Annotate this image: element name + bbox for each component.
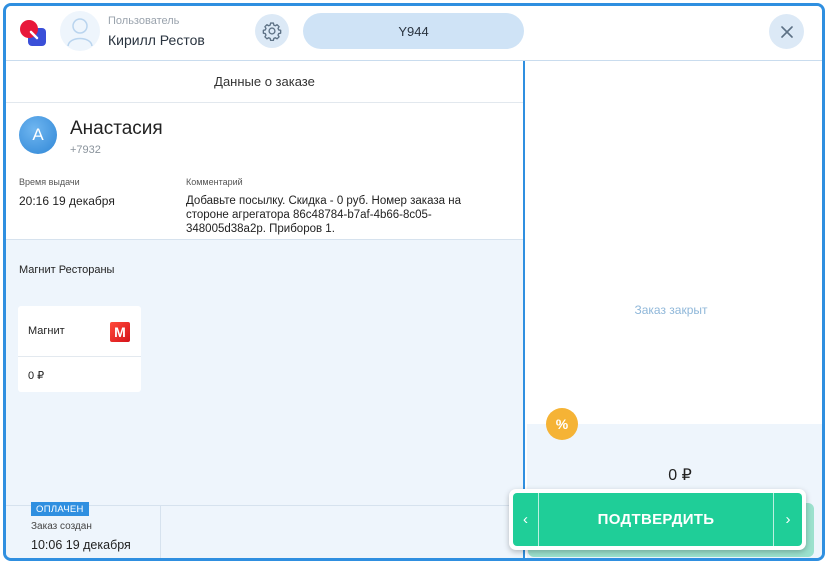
pickup-time-value: 20:16 19 декабря <box>19 194 115 208</box>
created-value: 10:06 19 декабря <box>31 538 131 552</box>
comment-label: Комментарий <box>186 177 243 187</box>
footer-vertical-divider <box>160 506 161 558</box>
order-closed-text: Заказ закрыт <box>634 303 708 317</box>
percent-icon[interactable]: % <box>546 408 578 440</box>
comment-value: Добавьте посылку. Скидка - 0 руб. Номер … <box>186 195 461 235</box>
created-label: Заказ создан <box>31 521 92 532</box>
order-info-section: Данные о заказе А Анастасия +7932 Время … <box>6 61 523 239</box>
user-caption: Пользователь <box>108 15 180 27</box>
partner-card[interactable]: Магнит М 0 ₽ <box>18 306 141 392</box>
order-code-field[interactable]: Y944 <box>303 13 524 49</box>
panel-title: Данные о заказе <box>6 61 523 103</box>
chevron-right-icon[interactable]: › <box>773 493 802 546</box>
user-placeholder-icon[interactable] <box>60 11 100 51</box>
order-status-area: Заказ закрыт <box>527 61 822 424</box>
status-badge: ОПЛАЧЕН <box>31 502 89 516</box>
confirm-label[interactable]: ПОДТВЕРДИТЬ <box>539 493 773 546</box>
app-window: Пользователь Кирилл Рестов Y944 Данные о… <box>3 3 825 561</box>
header: Пользователь Кирилл Рестов Y944 <box>6 6 822 60</box>
order-summary-panel: Заказ закрыт % 0 ₽ <box>527 61 822 558</box>
partner-card-divider <box>18 356 141 357</box>
customer-phone: +7932 <box>70 144 101 156</box>
partner-group-title: Магнит Рестораны <box>19 264 115 276</box>
gear-icon <box>262 22 282 41</box>
user-name: Кирилл Рестов <box>108 32 205 48</box>
settings-button[interactable] <box>255 14 289 48</box>
chevron-left-icon[interactable]: ‹ <box>513 493 539 546</box>
confirm-button[interactable]: ‹ ПОДТВЕРДИТЬ › <box>513 493 802 546</box>
close-button[interactable] <box>769 14 804 49</box>
order-details-panel: Данные о заказе А Анастасия +7932 Время … <box>6 61 525 558</box>
confirm-popup: ‹ ПОДТВЕРДИТЬ › <box>509 489 806 550</box>
pickup-time-label: Время выдачи <box>19 177 80 187</box>
partner-name: Магнит <box>28 325 65 337</box>
magnit-logo-icon: М <box>110 322 130 342</box>
app-logo-icon <box>18 18 50 50</box>
partner-amount: 0 ₽ <box>28 370 45 382</box>
customer-avatar: А <box>19 116 57 154</box>
order-total: 0 ₽ <box>668 467 692 484</box>
close-icon <box>780 25 793 38</box>
section-divider <box>6 239 523 240</box>
customer-name: Анастасия <box>70 118 163 139</box>
